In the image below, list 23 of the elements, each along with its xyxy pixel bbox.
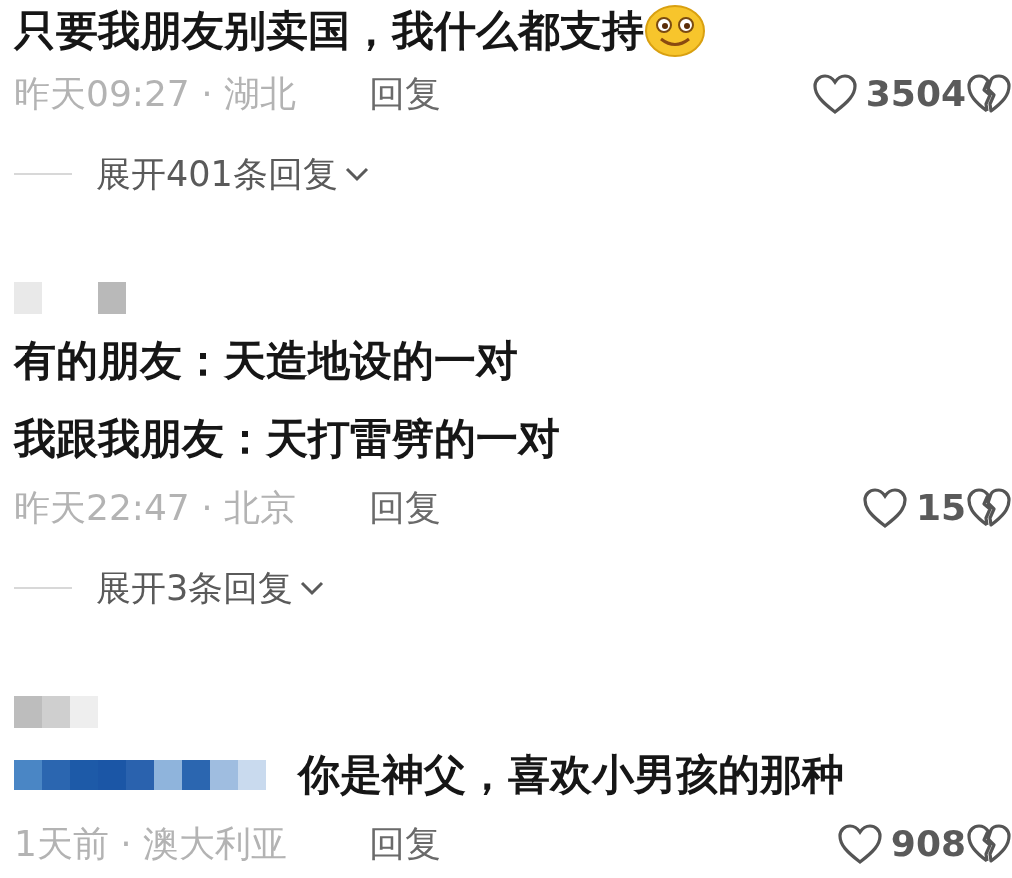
heart-icon[interactable]	[836, 823, 883, 865]
chevron-down-icon	[299, 580, 326, 596]
comment-text: 有的朋友：天造地设的一对	[14, 338, 518, 384]
comment-text: 我跟我朋友：天打雷劈的一对	[14, 416, 560, 462]
reply-link[interactable]: 回复	[369, 481, 441, 535]
chevron-down-icon	[343, 166, 370, 182]
like-count: 908	[890, 822, 966, 866]
expand-replies-link[interactable]: 展开3条回复	[96, 561, 326, 615]
comment-text: 你是神父，喜欢小男孩的那种	[298, 752, 844, 798]
broken-heart-icon[interactable]	[966, 487, 1012, 529]
like-count: 3504	[865, 72, 966, 116]
heart-icon[interactable]	[861, 487, 908, 529]
comment-meta: 昨天09:27 · 湖北	[14, 72, 298, 116]
reply-link[interactable]: 回复	[369, 67, 441, 121]
reply-link[interactable]: 回复	[369, 817, 441, 871]
expand-replies-link[interactable]: 展开401条回复	[96, 147, 370, 201]
broken-heart-icon[interactable]	[966, 73, 1012, 115]
comment-meta: 1天前 · 澳大利亚	[14, 822, 289, 866]
like-count: 15	[915, 486, 966, 530]
comment-text: 只要我朋友别卖国，我什么都支持	[14, 8, 644, 54]
heart-icon[interactable]	[811, 73, 858, 115]
broken-heart-icon[interactable]	[966, 823, 1012, 865]
comment-meta: 昨天22:47 · 北京	[14, 486, 298, 530]
